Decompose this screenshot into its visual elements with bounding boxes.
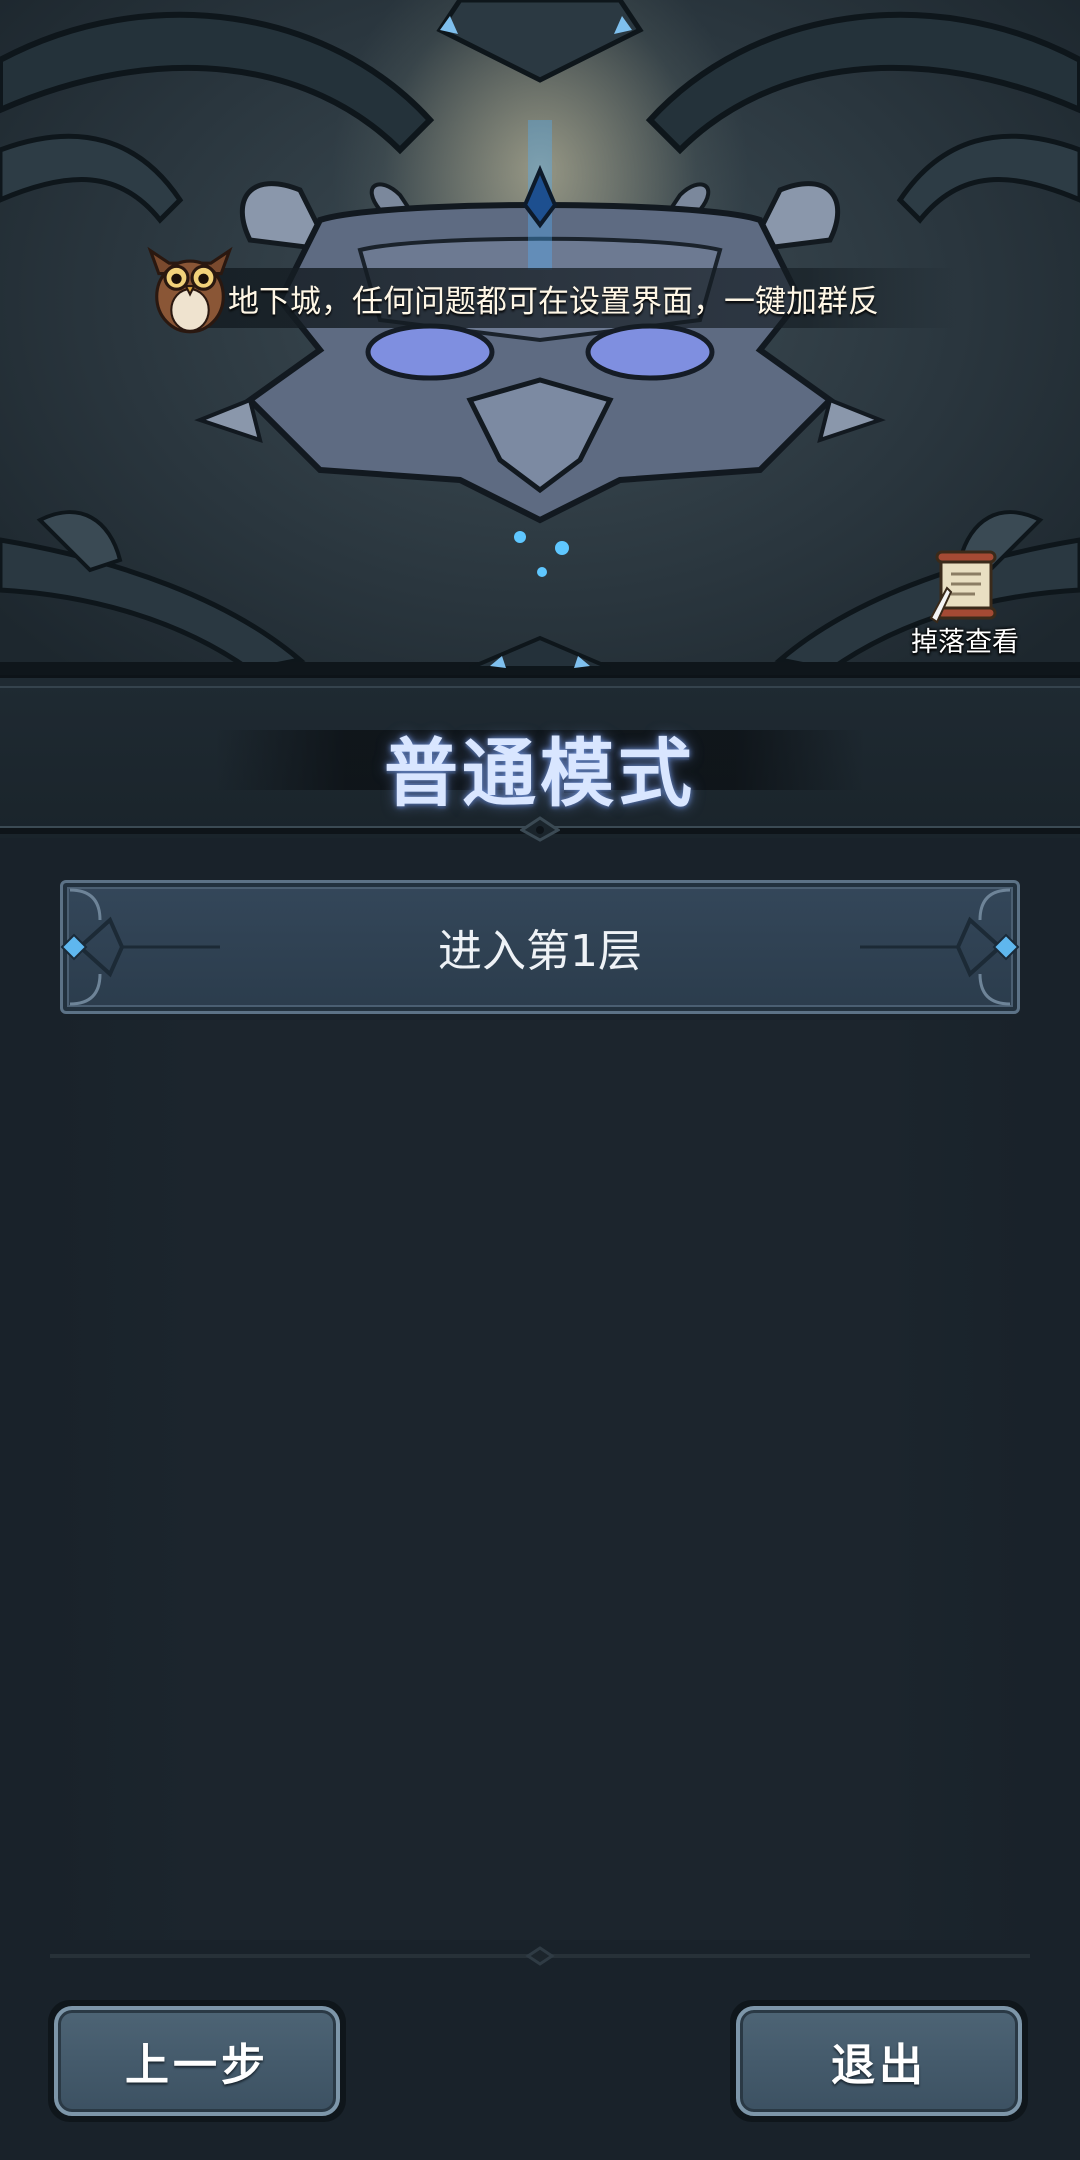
enter-floor-button[interactable]: 进入第1层 (60, 880, 1020, 1014)
mode-header: 普通模式 (0, 675, 1080, 842)
tip-banner: 地下城，任何问题都可在设置界面，一键加群反 (200, 268, 960, 328)
back-button[interactable]: 上一步 (48, 2000, 346, 2122)
tip-text: 地下城，任何问题都可在设置界面，一键加群反 (228, 283, 879, 320)
mode-title: 普通模式 (384, 731, 696, 817)
back-button-label: 上一步 (54, 2006, 340, 2116)
floor-list-area (48, 1020, 1032, 1940)
enter-floor-label: 进入第1层 (438, 926, 642, 977)
ornament-icon (520, 816, 560, 842)
scroll-icon (929, 550, 997, 624)
divider-ornament-icon (525, 1946, 555, 1966)
drop-view-label: 掉落查看 (911, 627, 1019, 658)
owl-mascot-icon (147, 246, 233, 334)
dungeon-banner: 地下城，任何问题都可在设置界面，一键加群反 掉落查看 (0, 0, 1080, 675)
exit-button-label: 退出 (736, 2006, 1022, 2116)
drop-view-button[interactable]: 掉落查看 (900, 548, 1030, 658)
exit-button[interactable]: 退出 (730, 2000, 1028, 2122)
